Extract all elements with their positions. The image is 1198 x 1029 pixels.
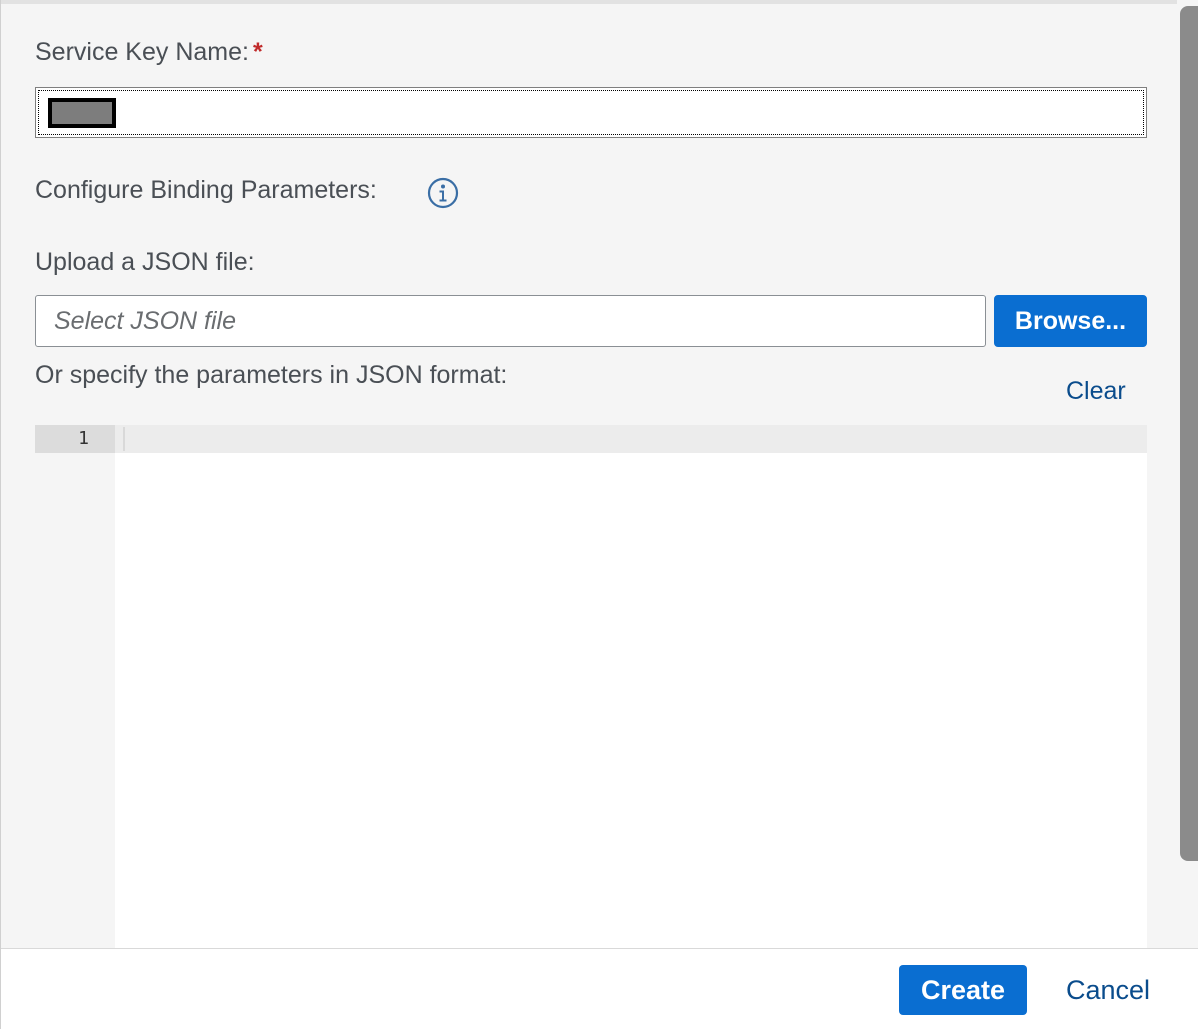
upload-json-label: Upload a JSON file: bbox=[35, 248, 255, 276]
info-icon[interactable] bbox=[427, 177, 459, 209]
scrollbar-thumb[interactable] bbox=[1180, 6, 1198, 861]
binding-parameters-label: Configure Binding Parameters: bbox=[35, 176, 377, 204]
clear-button[interactable]: Clear bbox=[1066, 377, 1126, 406]
dialog-content: Service Key Name: * Configure Binding Par… bbox=[1, 0, 1177, 952]
create-button[interactable]: Create bbox=[899, 965, 1027, 1015]
json-format-label: Or specify the parameters in JSON format… bbox=[35, 361, 508, 389]
create-service-key-dialog: Service Key Name: * Configure Binding Par… bbox=[0, 0, 1198, 1029]
text-cursor bbox=[123, 427, 125, 451]
browse-button[interactable]: Browse... bbox=[994, 295, 1147, 347]
redacted-value bbox=[48, 98, 116, 128]
cancel-button[interactable]: Cancel bbox=[1049, 965, 1167, 1015]
json-file-input[interactable] bbox=[35, 295, 986, 347]
service-key-name-input[interactable] bbox=[35, 87, 1147, 138]
line-number: 1 bbox=[35, 425, 115, 453]
editor-gutter bbox=[35, 425, 115, 952]
editor-active-line[interactable] bbox=[115, 425, 1147, 453]
service-key-name-label: Service Key Name: * bbox=[35, 38, 263, 67]
required-marker: * bbox=[252, 38, 263, 66]
service-key-name-label-text: Service Key Name: bbox=[35, 38, 249, 66]
dialog-footer: Create Cancel bbox=[1, 948, 1198, 1029]
json-editor[interactable]: 1 bbox=[35, 425, 1147, 952]
